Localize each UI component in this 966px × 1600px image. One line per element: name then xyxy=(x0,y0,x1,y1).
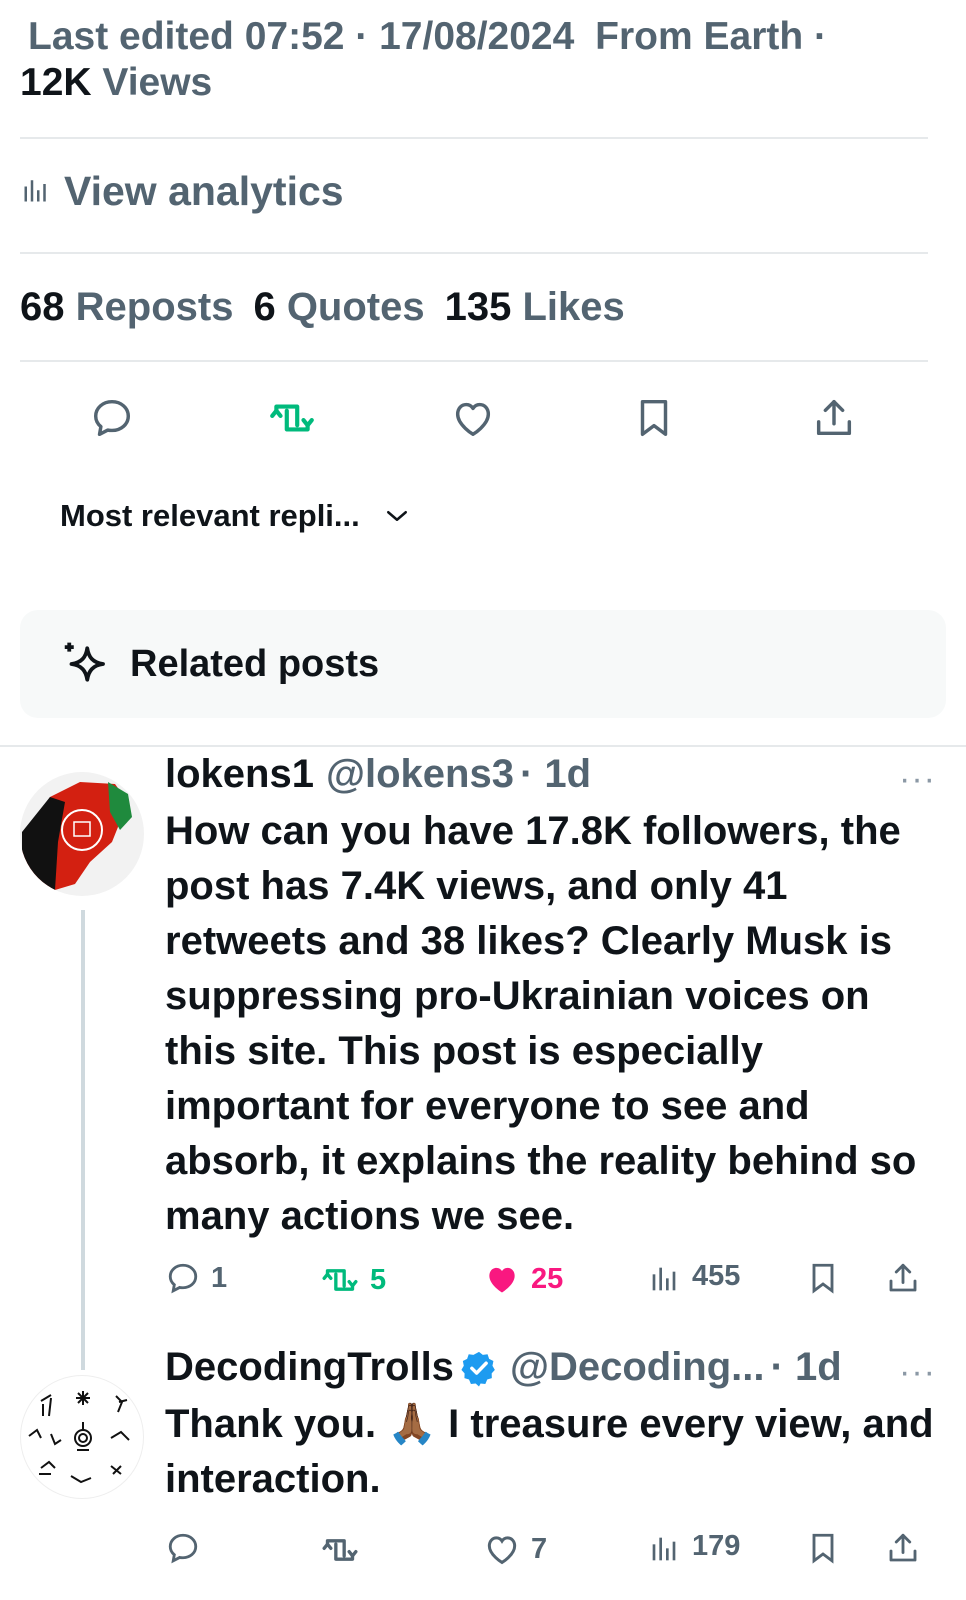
repost-icon xyxy=(322,1539,358,1561)
bookmark-button[interactable] xyxy=(626,390,682,446)
bookmark-icon xyxy=(640,399,668,437)
bookmark-button[interactable] xyxy=(805,1260,841,1296)
reposts-label: Reposts xyxy=(75,285,234,329)
symbols-avatar-icon xyxy=(28,1391,130,1484)
reply-icon xyxy=(168,1263,198,1294)
like-count: 25 xyxy=(531,1262,564,1295)
location-text: From Earth · xyxy=(595,15,828,58)
reply-icon xyxy=(93,399,131,437)
reply-icon xyxy=(168,1533,198,1564)
reply-sort-label: Most relevant repli... xyxy=(60,498,360,533)
engagement-stats: 68 Reposts 6 Quotes 135 Likes xyxy=(20,285,625,330)
reply-button[interactable]: 1 xyxy=(165,1260,227,1296)
quotes-count: 6 xyxy=(253,285,276,329)
likes-label: Likes xyxy=(522,285,625,329)
like-button[interactable] xyxy=(445,390,501,446)
analytics-icon xyxy=(652,1537,676,1560)
post-time: · 1d xyxy=(519,752,592,796)
share-button[interactable] xyxy=(885,1530,921,1566)
view-analytics-button[interactable]: View analytics xyxy=(22,168,344,215)
reposts-count: 68 xyxy=(20,285,65,329)
like-count: 7 xyxy=(531,1532,548,1565)
reply-header: DecodingTrolls @Decoding... · 1d xyxy=(165,1345,842,1390)
like-button[interactable]: 7 xyxy=(483,1530,547,1568)
user-handle[interactable]: @lokens3 xyxy=(326,752,514,797)
divider xyxy=(20,252,928,254)
bookmark-button[interactable] xyxy=(805,1530,841,1566)
quotes-label: Quotes xyxy=(286,285,425,329)
avatar[interactable] xyxy=(20,772,144,896)
share-button[interactable] xyxy=(885,1260,921,1296)
reposts-stat[interactable]: 68 Reposts xyxy=(20,285,233,330)
repost-button[interactable] xyxy=(264,390,320,446)
more-options-button[interactable]: ··· xyxy=(899,760,936,799)
views-label: Views xyxy=(102,61,213,104)
afghan-flag-avatar-icon xyxy=(22,782,132,890)
views-count: 179 xyxy=(692,1530,741,1562)
post-timestamp: Last edited 07:52 · 17/08/2024 From Eart… xyxy=(28,14,827,60)
repost-button[interactable]: 5 xyxy=(320,1260,386,1300)
divider xyxy=(20,360,928,362)
quotes-stat[interactable]: 6 Quotes xyxy=(253,285,424,330)
display-name[interactable]: DecodingTrolls xyxy=(165,1345,454,1390)
heart-icon xyxy=(487,1536,517,1565)
verified-badge-icon xyxy=(461,1351,495,1387)
bookmark-icon xyxy=(812,1263,834,1294)
share-button[interactable] xyxy=(806,390,862,446)
reply-text: Thank you. 🙏🏾 I treasure every view, and… xyxy=(165,1402,934,1501)
reply-button[interactable] xyxy=(84,390,140,446)
reply-action-bar: 1 5 25 455 xyxy=(165,1260,945,1304)
view-analytics-label: View analytics xyxy=(64,168,344,214)
likes-count: 135 xyxy=(444,285,512,329)
related-posts-button[interactable]: Related posts xyxy=(20,610,946,718)
reply-sort-dropdown[interactable]: Most relevant repli... xyxy=(60,498,412,534)
reply-header: lokens1 @lokens3 · 1d xyxy=(165,752,591,797)
section-divider xyxy=(0,745,966,747)
analytics-icon xyxy=(652,1267,676,1290)
views-count: 455 xyxy=(692,1260,741,1292)
like-button[interactable]: 25 xyxy=(483,1260,563,1298)
sparkle-icon xyxy=(64,642,105,682)
avatar[interactable] xyxy=(20,1375,144,1499)
related-posts-label: Related posts xyxy=(130,642,380,685)
share-icon xyxy=(816,399,852,436)
reply-action-bar: 7 179 xyxy=(165,1530,945,1574)
views-button[interactable]: 179 xyxy=(650,1530,740,1563)
views-button[interactable]: 455 xyxy=(650,1260,740,1293)
thread-connector-line xyxy=(81,910,85,1370)
reply-text: How can you have 17.8K followers, the po… xyxy=(165,809,917,1238)
reply-button[interactable] xyxy=(165,1530,211,1566)
analytics-icon xyxy=(22,174,52,209)
user-handle[interactable]: @Decoding... xyxy=(510,1345,765,1390)
bookmark-icon xyxy=(812,1533,834,1564)
repost-icon xyxy=(270,404,314,432)
share-icon xyxy=(889,1533,917,1562)
likes-stat[interactable]: 135 Likes xyxy=(445,285,625,330)
reply-count: 1 xyxy=(211,1261,228,1294)
post-action-bar xyxy=(0,390,966,450)
repost-button[interactable] xyxy=(320,1530,370,1570)
more-options-button[interactable]: ··· xyxy=(899,1353,936,1392)
repost-icon xyxy=(322,1269,358,1291)
views-summary: 12K Views xyxy=(20,60,212,106)
post-time: · 1d xyxy=(770,1345,842,1389)
heart-filled-icon xyxy=(489,1267,515,1293)
display-name[interactable]: lokens1 xyxy=(165,752,314,797)
share-icon xyxy=(889,1263,917,1292)
repost-count: 5 xyxy=(370,1263,387,1296)
chevron-down-icon xyxy=(386,511,407,521)
views-count: 12K xyxy=(20,61,92,104)
heart-icon xyxy=(455,402,491,437)
divider xyxy=(20,137,928,139)
last-edited-text: Last edited 07:52 · 17/08/2024 xyxy=(28,15,575,58)
